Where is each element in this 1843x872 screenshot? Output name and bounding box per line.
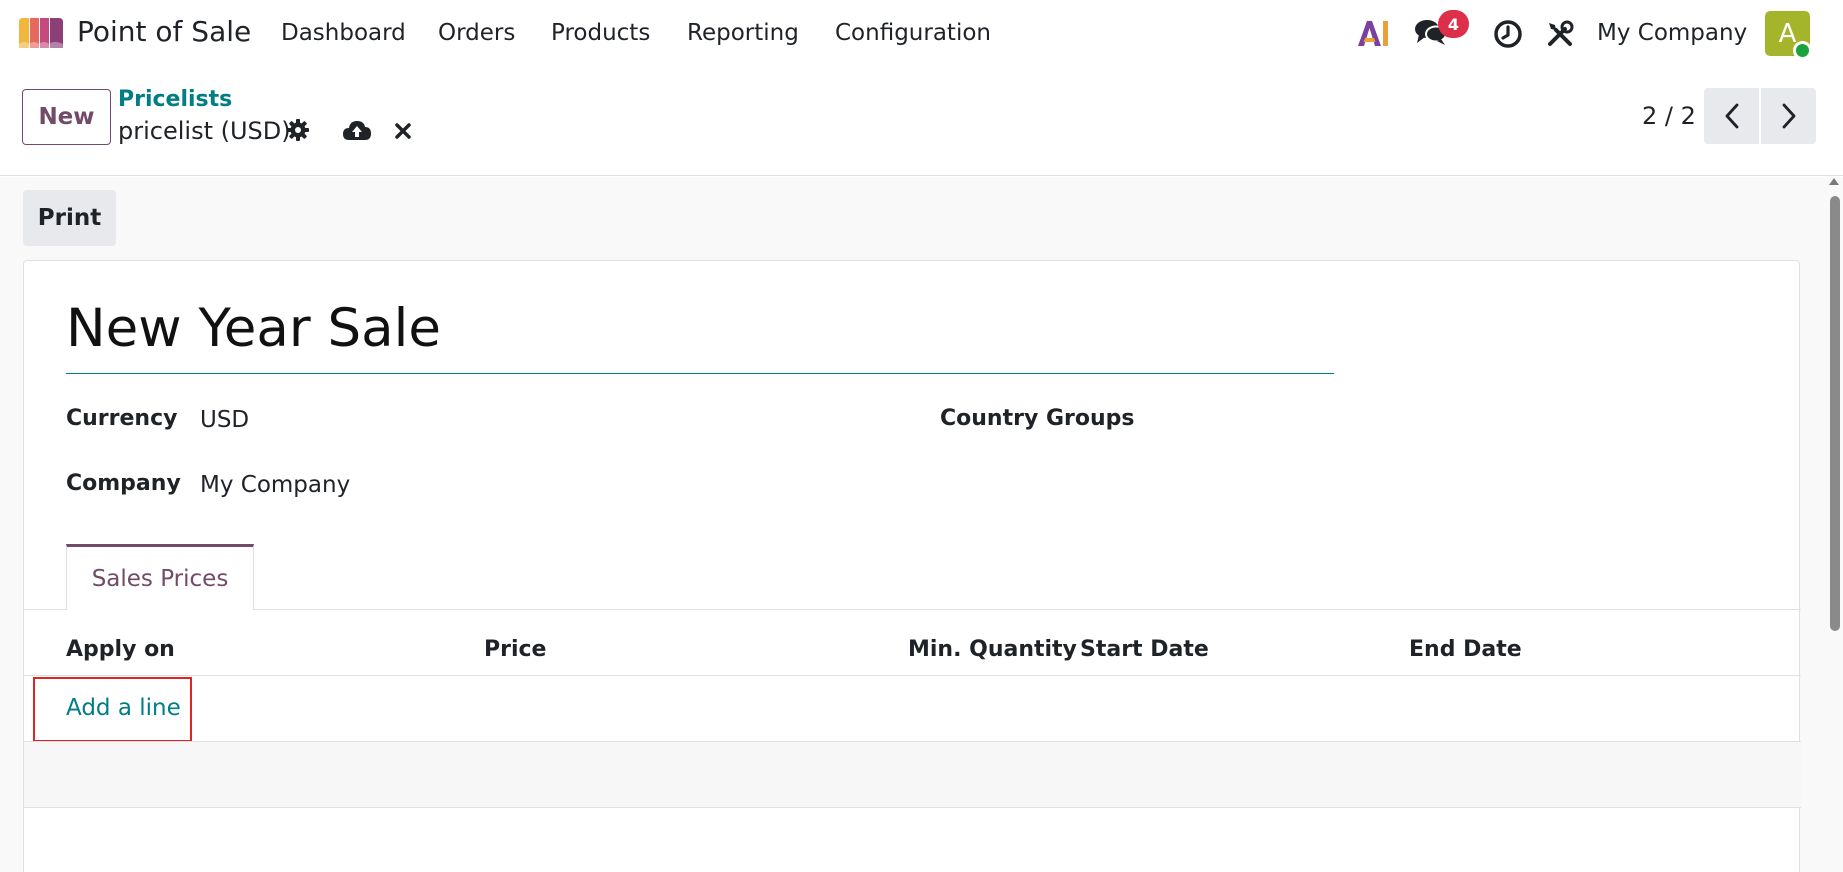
company-field[interactable]: My Company xyxy=(200,472,350,498)
menu-reporting[interactable]: Reporting xyxy=(687,20,799,46)
clock-icon[interactable] xyxy=(1493,19,1523,49)
menu-products[interactable]: Products xyxy=(551,20,650,46)
print-button[interactable]: Print xyxy=(23,190,116,246)
chevron-right-icon xyxy=(1782,103,1795,129)
ai-icon[interactable] xyxy=(1356,18,1390,48)
company-label: Company xyxy=(66,471,181,496)
app-name[interactable]: Point of Sale xyxy=(77,15,251,48)
pager-value[interactable]: 2 / 2 xyxy=(1642,102,1696,130)
messages-badge: 4 xyxy=(1438,10,1469,38)
form-view: Print New Year Sale Currency USD Company… xyxy=(0,177,1843,872)
table-row xyxy=(24,742,1801,808)
column-header-min-quantity[interactable]: Min. Quantity xyxy=(908,637,1077,662)
breadcrumb-pricelists[interactable]: Pricelists xyxy=(118,87,232,112)
column-header-price[interactable]: Price xyxy=(484,637,546,662)
column-header-start-date[interactable]: Start Date xyxy=(1080,637,1209,662)
new-button[interactable]: New xyxy=(22,89,111,145)
column-header-apply-on[interactable]: Apply on xyxy=(66,637,175,662)
country-groups-field[interactable] xyxy=(1086,401,1686,435)
scrollbar[interactable] xyxy=(1830,196,1840,631)
pager-previous-button[interactable] xyxy=(1704,88,1759,144)
close-icon[interactable] xyxy=(393,121,413,141)
tab-sales-prices[interactable]: Sales Prices xyxy=(66,544,254,610)
menu-orders[interactable]: Orders xyxy=(438,20,515,46)
gear-icon[interactable] xyxy=(285,117,311,143)
currency-field[interactable]: USD xyxy=(200,407,249,433)
company-switcher[interactable]: My Company xyxy=(1597,20,1747,46)
form-sheet: New Year Sale Currency USD Company My Co… xyxy=(23,260,1801,872)
table-row-divider xyxy=(24,807,1801,808)
chevron-left-icon xyxy=(1725,103,1738,129)
control-panel: New Pricelists pricelist (USD) 2 / 2 xyxy=(0,66,1843,176)
record-name: pricelist (USD) xyxy=(118,117,291,145)
tools-icon[interactable] xyxy=(1545,19,1575,49)
table-header-divider xyxy=(24,675,1801,676)
presence-status-icon xyxy=(1793,41,1812,60)
currency-label: Currency xyxy=(66,406,178,431)
title-underline xyxy=(66,373,1334,374)
cloud-upload-icon[interactable] xyxy=(342,118,372,142)
pricelist-name-input[interactable]: New Year Sale xyxy=(66,302,1334,358)
top-navbar: Point of Sale Dashboard Orders Products … xyxy=(0,0,1843,66)
tab-divider xyxy=(24,609,1801,610)
pager-next-button[interactable] xyxy=(1761,88,1816,144)
menu-configuration[interactable]: Configuration xyxy=(835,20,991,46)
add-a-line-link[interactable]: Add a line xyxy=(66,695,181,721)
app-logo-icon[interactable] xyxy=(17,16,65,50)
scroll-up-arrow-icon[interactable] xyxy=(1829,178,1839,185)
menu-dashboard[interactable]: Dashboard xyxy=(281,20,406,46)
column-header-end-date[interactable]: End Date xyxy=(1409,637,1522,662)
